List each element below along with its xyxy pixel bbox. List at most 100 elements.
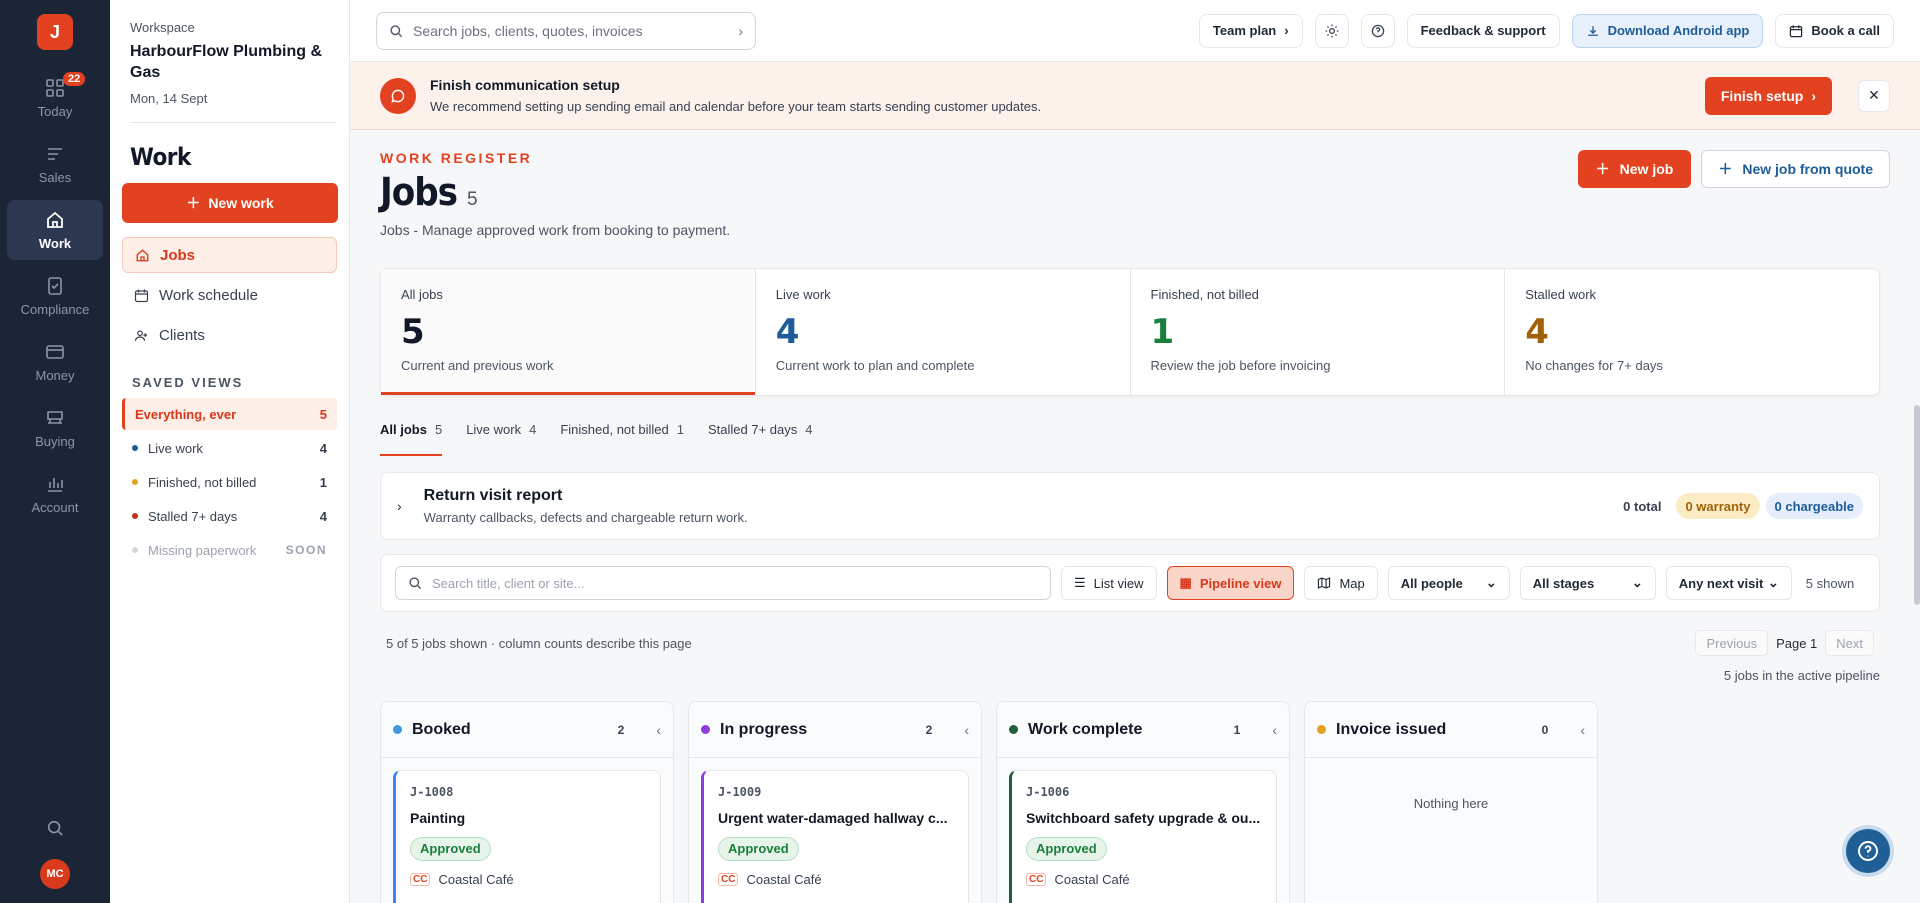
workspace-name[interactable]: HarbourFlow Plumbing & Gas <box>130 41 337 83</box>
next-page-button[interactable]: Next <box>1825 630 1874 656</box>
app-logo[interactable]: J <box>37 14 73 50</box>
jobs-content: ＋ New job ＋ New job from quote WORK REGI… <box>350 130 1920 903</box>
sidebar-item-label: Jobs <box>160 246 196 264</box>
job-card[interactable]: J-1008 Painting Approved CC Coastal Café <box>393 770 661 903</box>
chevron-right-icon[interactable]: › <box>397 498 402 514</box>
people-select[interactable]: All people ⌄ <box>1387 566 1510 600</box>
banner-title: Finish communication setup <box>430 77 620 93</box>
collapse-icon[interactable]: ‹ <box>656 722 661 738</box>
collapse-icon[interactable]: ‹ <box>1272 722 1277 738</box>
finish-setup-button[interactable]: Finish setup › <box>1704 76 1832 115</box>
settings-button[interactable] <box>1314 13 1349 48</box>
job-title: Urgent water-damaged hallway c... <box>718 810 948 826</box>
search-icon <box>390 24 403 37</box>
job-id: J-1008 <box>410 785 454 799</box>
columns-icon: ▦ <box>1179 575 1192 590</box>
map-icon <box>1318 577 1331 589</box>
column-count: 2 <box>925 722 933 737</box>
saved-views-heading: SAVED VIEWS <box>132 375 244 390</box>
gear-icon <box>1325 24 1339 37</box>
search-icon[interactable] <box>46 819 64 837</box>
list-view-label: List view <box>1093 575 1144 591</box>
collapse-icon[interactable]: ‹ <box>1580 722 1585 738</box>
stages-select[interactable]: All stages ⌄ <box>1519 566 1656 600</box>
download-app-button[interactable]: Download Android app <box>1571 13 1764 48</box>
stat-value: 1 <box>1150 312 1175 352</box>
new-job-quote-label: New job from quote <box>1742 161 1873 177</box>
sidebar-item-jobs[interactable]: Jobs <box>122 237 337 273</box>
job-search-input[interactable]: Search title, client or site... <box>395 566 1051 600</box>
map-label: Map <box>1339 575 1365 591</box>
column-count: 0 <box>1541 722 1549 737</box>
saved-view-finished-not-billed[interactable]: Finished, not billed 1 <box>122 466 337 498</box>
pipeline-board: Booked 2 ‹ J-1008 Painting Approved CC C… <box>380 701 1880 903</box>
return-visit-report[interactable]: › Return visit report Warranty callbacks… <box>380 472 1880 540</box>
tab-finished-not-billed[interactable]: Finished, not billed 1 <box>560 420 684 456</box>
status-dot <box>1009 725 1018 734</box>
new-work-button[interactable]: ＋ New work <box>122 183 338 223</box>
chevron-down-icon: ⌄ <box>1631 575 1643 590</box>
saved-view-live-work[interactable]: Live work 4 <box>122 432 337 464</box>
status-dot <box>132 547 138 553</box>
column-title: In progress <box>720 720 808 738</box>
sidebar-item-work-schedule[interactable]: Work schedule <box>122 277 337 313</box>
saved-view-missing-paperwork: Missing paperwork SOON <box>122 534 337 566</box>
new-job-from-quote-button[interactable]: ＋ New job from quote <box>1701 150 1890 188</box>
rail-item-buying[interactable]: Buying <box>7 398 103 458</box>
saved-view-label: Stalled 7+ days <box>148 508 238 524</box>
saved-view-count: 4 <box>319 508 327 524</box>
rail-item-money[interactable]: Money <box>7 332 103 392</box>
saved-view-label: Finished, not billed <box>148 474 257 490</box>
warranty-pill: 0 warranty <box>1676 493 1760 519</box>
tab-stalled[interactable]: Stalled 7+ days 4 <box>708 420 813 456</box>
previous-page-button[interactable]: Previous <box>1695 630 1769 656</box>
stat-all-jobs[interactable]: All jobs 5 Current and previous work <box>381 269 756 395</box>
saved-view-label: Everything, ever <box>135 406 237 422</box>
sidebar-item-clients[interactable]: Clients <box>122 317 337 353</box>
collapse-icon[interactable]: ‹ <box>964 722 969 738</box>
stat-stalled-work[interactable]: Stalled work 4 No changes for 7+ days <box>1505 269 1879 395</box>
banner-subtitle: We recommend setting up sending email an… <box>430 99 1042 114</box>
global-search[interactable]: Search jobs, clients, quotes, invoices › <box>376 11 756 50</box>
next-visit-select[interactable]: Any next visit ⌄ <box>1665 566 1792 600</box>
calendar-icon <box>1790 24 1803 37</box>
rail-item-today[interactable]: 22 Today <box>7 68 103 128</box>
status-dot <box>701 725 710 734</box>
saved-view-stalled[interactable]: Stalled 7+ days 4 <box>122 500 337 532</box>
book-call-button[interactable]: Book a call <box>1775 13 1894 48</box>
rail-item-sales[interactable]: Sales <box>7 134 103 194</box>
feedback-button[interactable]: Feedback & support <box>1406 13 1560 48</box>
clipboard-check-icon <box>48 276 62 295</box>
job-card[interactable]: J-1009 Urgent water-damaged hallway c...… <box>701 770 969 903</box>
pipeline-view-button[interactable]: ▦ Pipeline view <box>1166 566 1295 600</box>
user-avatar[interactable]: MC <box>40 859 70 889</box>
rail-item-work[interactable]: Work <box>7 200 103 260</box>
help-chat-button[interactable] <box>1846 829 1890 873</box>
tab-all-jobs[interactable]: All jobs 5 <box>380 420 443 456</box>
stages-select-value: All stages <box>1532 575 1595 591</box>
top-bar: Search jobs, clients, quotes, invoices ›… <box>350 0 1920 62</box>
rail-item-account[interactable]: Account <box>7 464 103 524</box>
job-search-placeholder: Search title, client or site... <box>432 575 585 591</box>
client-name: Coastal Café <box>746 872 822 887</box>
rail-item-compliance[interactable]: Compliance <box>7 266 103 326</box>
list-view-button[interactable]: ☰ List view <box>1061 566 1157 600</box>
sidebar-item-label: Work schedule <box>159 286 258 304</box>
help-button[interactable] <box>1360 13 1395 48</box>
stat-live-work[interactable]: Live work 4 Current work to plan and com… <box>756 269 1131 395</box>
saved-view-everything[interactable]: Everything, ever 5 <box>122 398 337 430</box>
stat-label: Stalled work <box>1525 287 1597 302</box>
team-plan-button[interactable]: Team plan › <box>1198 13 1303 48</box>
job-card[interactable]: J-1006 Switchboard safety upgrade & ou..… <box>1009 770 1277 903</box>
new-job-button[interactable]: ＋ New job <box>1577 150 1692 188</box>
download-icon <box>1587 25 1598 36</box>
client-initials: CC <box>410 873 431 886</box>
scrollbar[interactable] <box>1914 405 1920 605</box>
map-button[interactable]: Map <box>1304 566 1378 600</box>
banner-close-button[interactable]: ✕ <box>1858 79 1890 112</box>
pipeline-column-work-complete: Work complete 1 ‹ J-1006 Switchboard saf… <box>996 701 1290 903</box>
chargeable-pill: 0 chargeable <box>1765 493 1863 519</box>
chat-icon <box>380 77 416 114</box>
tab-live-work[interactable]: Live work 4 <box>466 420 536 456</box>
stat-finished-not-billed[interactable]: Finished, not billed 1 Review the job be… <box>1131 269 1506 395</box>
